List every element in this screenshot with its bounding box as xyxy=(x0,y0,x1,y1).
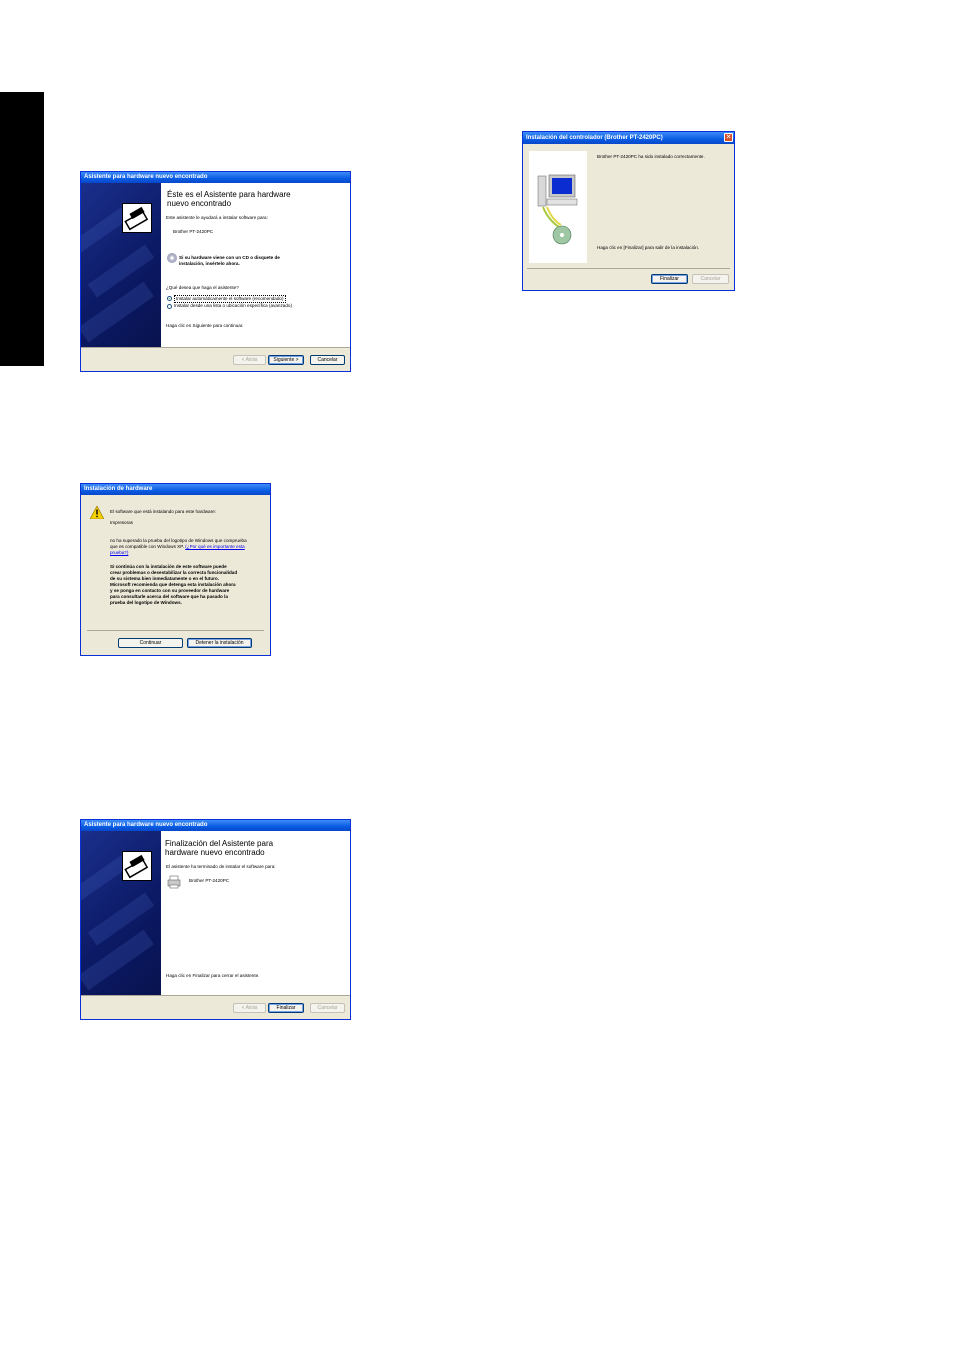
finish-button[interactable]: Finalizar xyxy=(268,1003,304,1013)
warning-divider xyxy=(87,630,264,631)
wizard-question: ¿Qué desea que haga el asistente? xyxy=(166,285,239,290)
wizard-button-bar: < Atrás Siguiente > Cancelar xyxy=(81,347,350,371)
option-install-auto[interactable]: Instalar automáticamente el software (re… xyxy=(174,295,286,303)
close-icon[interactable]: ✕ xyxy=(724,133,733,142)
back-button[interactable]: < Atrás xyxy=(233,1003,266,1013)
hardware-install-warning-window: Instalación de hardware El software que … xyxy=(80,483,271,656)
stop-install-button[interactable]: Detener la instalación xyxy=(187,638,252,648)
option-install-manual[interactable]: Instalar desde una lista o ubicación esp… xyxy=(174,303,292,309)
wizard-intro: Este asistente le ayudará a instalar sof… xyxy=(166,215,268,220)
radio-install-manual[interactable] xyxy=(167,304,172,309)
cd-icon xyxy=(167,253,177,263)
driver-finish-hint: Haga clic en [Finalizar] para salir de l… xyxy=(597,245,700,250)
driver-success-message: Brother PT-2420PC ha sido instalado corr… xyxy=(597,154,705,159)
driver-title: Instalación del controlador (Brother PT-… xyxy=(523,132,734,144)
wizard-side-banner xyxy=(81,831,161,995)
cancel-button[interactable]: Cancelar xyxy=(310,1003,345,1013)
wizard-finish-content: Finalización del Asistente para hardware… xyxy=(161,831,350,995)
wizard-finish-heading: Finalización del Asistente para hardware… xyxy=(165,839,274,857)
wizard-side-banner xyxy=(81,183,161,347)
driver-divider xyxy=(527,268,730,269)
logo-test-link-cont[interactable]: prueba?) xyxy=(110,550,128,556)
driver-cancel-button[interactable]: Cancelar xyxy=(692,274,729,284)
printer-icon xyxy=(167,875,181,894)
wizard-title: Asistente para hardware nuevo encontrado xyxy=(81,172,350,183)
cd-instruction-2: instalación, insértelo ahora. xyxy=(179,261,240,266)
warning-line-1: El software que está instalando para est… xyxy=(110,509,216,514)
finish-device-name: Brother PT-2420PC xyxy=(189,878,230,883)
wizard-finish-title: Asistente para hardware nuevo encontrado xyxy=(81,820,350,831)
warning-device: Impresoras xyxy=(110,520,133,525)
wizard-hint: Haga clic en Siguiente para continuar. xyxy=(166,323,244,328)
wizard-finish-intro: El asistente ha terminado de instalar el… xyxy=(166,864,276,869)
continue-button[interactable]: Continuar xyxy=(118,638,183,648)
device-name: Brother PT-2420PC xyxy=(173,229,214,234)
cancel-button[interactable]: Cancelar xyxy=(310,355,345,365)
warning-bold-7: prueba del logotipo de Windows. xyxy=(110,600,182,605)
hardware-wizard-icon xyxy=(122,851,152,881)
warning-title: Instalación de hardware xyxy=(81,484,270,495)
new-hardware-wizard-window: Asistente para hardware nuevo encontrado… xyxy=(80,171,351,372)
driver-illustration xyxy=(529,151,587,263)
next-button[interactable]: Siguiente > xyxy=(268,355,304,365)
new-hardware-wizard-finish-window: Asistente para hardware nuevo encontrado… xyxy=(80,819,351,1020)
back-button[interactable]: < Atrás xyxy=(233,355,266,365)
driver-title-text: Instalación del controlador (Brother PT-… xyxy=(526,135,663,141)
radio-install-auto[interactable] xyxy=(167,296,172,301)
page-side-tab xyxy=(0,92,44,366)
driver-finish-button[interactable]: Finalizar xyxy=(651,274,688,284)
wizard-content: Éste es el Asistente para hardware nuevo… xyxy=(161,183,350,347)
warning-icon xyxy=(89,505,105,524)
wizard-finish-button-bar: < Atrás Finalizar Cancelar xyxy=(81,995,350,1019)
wizard-finish-hint: Haga clic en Finalizar para cerrar el as… xyxy=(166,973,260,978)
driver-install-window: Instalación del controlador (Brother PT-… xyxy=(522,131,735,291)
logo-test-line-2: que es compatible con Windows XP. (¿Por … xyxy=(110,544,245,549)
hardware-wizard-icon xyxy=(122,203,152,233)
logo-test-link[interactable]: (¿Por qué es importante esta xyxy=(185,544,245,549)
wizard-heading: Éste es el Asistente para hardware nuevo… xyxy=(167,190,291,208)
